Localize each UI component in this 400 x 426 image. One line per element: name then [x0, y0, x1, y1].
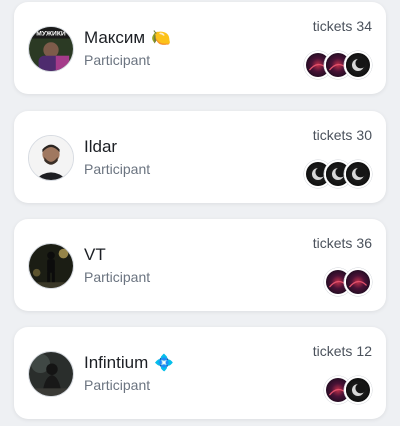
participants-list: МУЖИКИ Максим 🍋 Participant tickets 34 I…: [0, 0, 400, 426]
moon-nft-icon: [344, 160, 372, 188]
nft-stack[interactable]: [304, 51, 372, 79]
moon-nft-icon: [344, 51, 372, 79]
participant-name: VT: [84, 245, 106, 264]
nft-stack[interactable]: [304, 160, 372, 188]
participant-card[interactable]: VT Participant tickets 36: [14, 219, 386, 311]
avatar[interactable]: [28, 243, 74, 289]
tickets-count: tickets 34: [313, 17, 372, 35]
diamond-emoji-icon: 💠: [154, 353, 175, 372]
tickets-label: tickets: [312, 127, 353, 143]
tickets-value: 34: [356, 18, 372, 34]
tickets-count: tickets 36: [313, 234, 372, 252]
participant-card[interactable]: Infintium 💠 Participant tickets 12: [14, 327, 386, 419]
participant-role: Participant: [84, 377, 151, 393]
participant-card[interactable]: Ildar Participant tickets 30: [14, 111, 386, 203]
nebula-nft-icon: [344, 268, 372, 296]
participant-role: Participant: [84, 52, 151, 68]
tickets-value: 30: [356, 127, 372, 143]
lemon-emoji-icon: 🍋: [151, 28, 172, 47]
tickets-count: tickets 12: [313, 342, 372, 360]
tickets-value: 36: [356, 235, 372, 251]
tickets-label: tickets: [312, 18, 353, 34]
participant-role: Participant: [84, 269, 151, 285]
participant-name: Ildar: [84, 137, 118, 156]
tickets-label: tickets: [312, 343, 353, 359]
tickets-label: tickets: [312, 235, 353, 251]
avatar[interactable]: [28, 351, 74, 397]
avatar[interactable]: МУЖИКИ: [28, 26, 74, 72]
participant-card[interactable]: МУЖИКИ Максим 🍋 Participant tickets 34: [14, 2, 386, 94]
nft-stack[interactable]: [324, 268, 372, 296]
tickets-count: tickets 30: [313, 126, 372, 144]
avatar-caption: МУЖИКИ: [36, 31, 66, 38]
participant-role: Participant: [84, 161, 151, 177]
nft-stack[interactable]: [324, 376, 372, 404]
tickets-value: 12: [356, 343, 372, 359]
avatar[interactable]: [28, 135, 74, 181]
participant-name: Infintium: [84, 353, 149, 372]
moon-nft-icon: [344, 376, 372, 404]
participant-name: Максим: [84, 28, 146, 47]
